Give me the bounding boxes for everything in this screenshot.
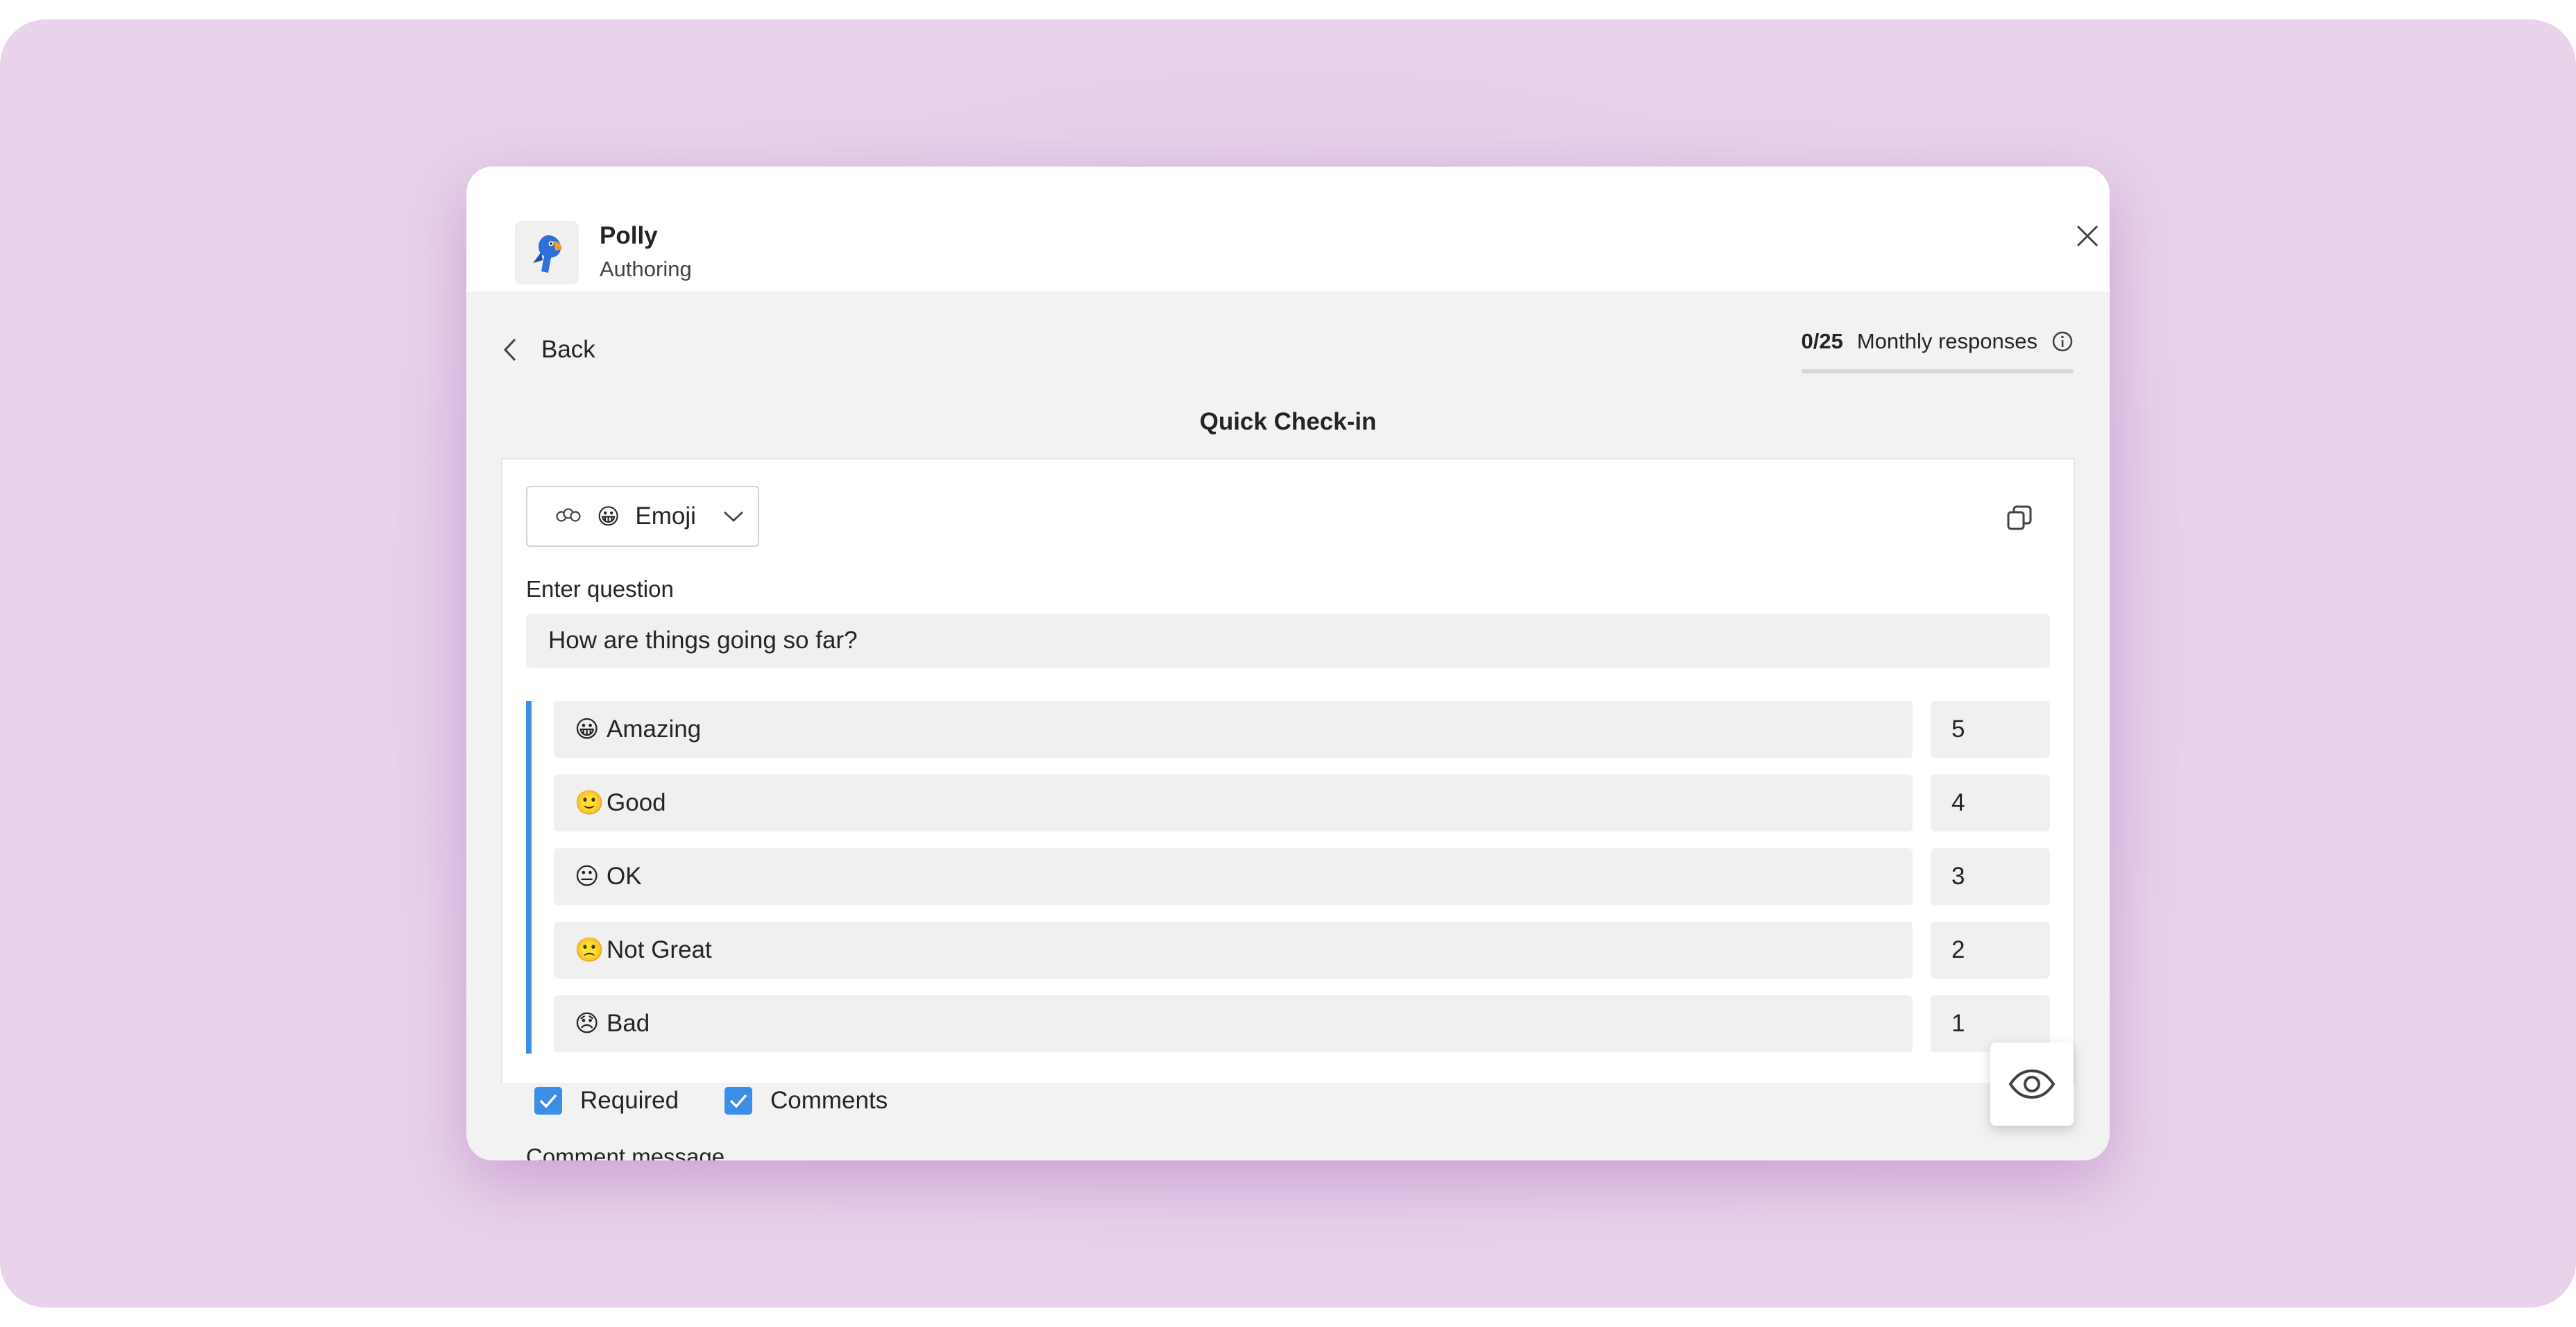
question-input[interactable] [526, 614, 2050, 668]
option-row: 😀 Amazing 5 [554, 701, 2050, 758]
disappointed-face-icon: 😞 [575, 1011, 600, 1037]
option-label: OK [607, 863, 642, 890]
option-row: 😞 Bad 1 [554, 995, 2050, 1052]
required-label: Required [580, 1087, 679, 1114]
responses-count: 0/25 [1801, 329, 1843, 353]
parrot-icon [533, 235, 562, 273]
comment-message-label: Comment message [526, 1144, 725, 1160]
question-label: Enter question [526, 576, 674, 602]
duplicate-button[interactable] [2000, 498, 2039, 537]
comments-checkbox[interactable]: Comments [724, 1087, 888, 1115]
question-card [501, 458, 2075, 1083]
option-row: 😐 OK 3 [554, 848, 2050, 905]
preview-button[interactable] [1990, 1042, 2074, 1126]
option-score-input[interactable]: 5 [1931, 701, 2050, 758]
option-input[interactable]: 😐 OK [554, 848, 1913, 905]
option-score-input[interactable]: 4 [1931, 775, 2050, 831]
question-type-label: Emoji [635, 502, 696, 530]
close-icon [2076, 225, 2099, 247]
comments-label: Comments [770, 1087, 888, 1114]
app-subtitle: Authoring [600, 257, 692, 281]
responses-progress-bar [1802, 369, 2074, 373]
chevron-down-icon [723, 511, 743, 522]
option-label: Not Great [607, 936, 712, 963]
option-row: 🙁 Not Great 2 [554, 922, 2050, 979]
neutral-face-icon: 😐 [575, 863, 600, 890]
option-input[interactable]: 😀 Amazing [554, 701, 1913, 758]
option-input[interactable]: 🙁 Not Great [554, 922, 1913, 979]
chevron-left-icon [503, 338, 516, 362]
options-accent-bar [526, 701, 532, 1054]
eye-icon [2008, 1069, 2056, 1099]
frowning-face-icon: 🙁 [575, 937, 604, 963]
option-label: Good [607, 789, 666, 816]
back-label: Back [541, 336, 595, 363]
option-score-input[interactable]: 3 [1931, 848, 2050, 905]
checkbox-checked-icon [724, 1087, 752, 1115]
emoji-rating-icon [556, 508, 581, 522]
option-input[interactable]: 🙂 Good [554, 775, 1913, 831]
option-label: Amazing [607, 716, 702, 743]
required-checkbox[interactable]: Required [534, 1087, 679, 1115]
close-button[interactable] [2068, 217, 2107, 255]
dialog-header: Polly Authoring [466, 167, 2110, 291]
option-row: 🙂 Good 4 [554, 775, 2050, 831]
page-title: Quick Check-in [1199, 408, 1377, 435]
info-icon[interactable] [2051, 330, 2074, 353]
back-button[interactable]: Back [502, 336, 595, 364]
app-logo [515, 221, 579, 285]
option-input[interactable]: 😞 Bad [554, 995, 1913, 1052]
grinning-face-icon: 😀 [597, 504, 620, 529]
grinning-face-icon: 😀 [575, 716, 600, 743]
question-type-dropdown[interactable]: 😀 Emoji [526, 486, 759, 547]
option-score-input[interactable]: 2 [1931, 922, 2050, 979]
option-label: Bad [607, 1010, 650, 1037]
dialog: Polly Authoring Back 0/25 Monthly respon… [466, 167, 2110, 1160]
monthly-responses: 0/25 Monthly responses [1801, 329, 2074, 354]
checkbox-checked-icon [534, 1087, 562, 1115]
app-name: Polly [600, 222, 658, 249]
slightly-smiling-face-icon: 🙂 [575, 790, 604, 816]
responses-label: Monthly responses [1856, 329, 2037, 353]
copy-icon [2007, 505, 2032, 530]
